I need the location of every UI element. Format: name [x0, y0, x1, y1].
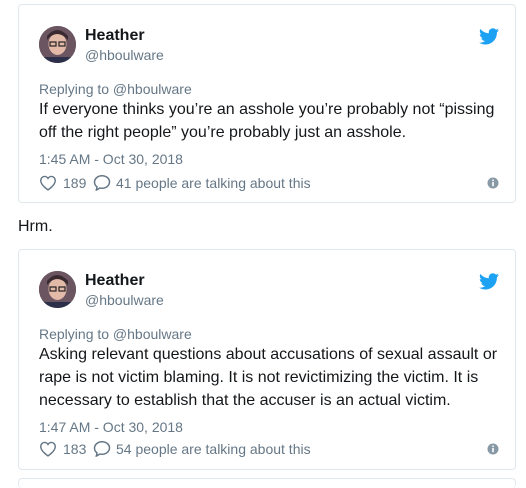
avatar-image — [39, 271, 76, 308]
tweet-text: If everyone thinks you’re an asshole you… — [39, 101, 495, 141]
author-handle[interactable]: @hboulware — [85, 292, 164, 308]
author-name[interactable]: Heather — [85, 27, 145, 45]
talking-count[interactable]: 41 people are talking about this — [116, 175, 311, 191]
avatar[interactable] — [39, 26, 76, 63]
avatar[interactable] — [39, 271, 76, 308]
twitter-bird-icon[interactable] — [479, 273, 499, 290]
speech-bubble-icon[interactable] — [93, 440, 111, 457]
tweet-actions: 183 54 people are talking about this — [39, 439, 499, 459]
tweet-timestamp[interactable]: 1:47 AM - Oct 30, 2018 — [39, 419, 183, 435]
like-count[interactable]: 183 — [63, 441, 86, 457]
replying-to[interactable]: Replying to @hboulware — [39, 81, 192, 97]
comment-text: Hrm. — [18, 218, 53, 235]
tweet-card-partial — [18, 478, 516, 488]
heart-icon[interactable] — [39, 441, 57, 457]
tweet-actions: 189 41 people are talking about this — [39, 173, 499, 193]
like-count[interactable]: 189 — [63, 175, 86, 191]
heart-icon[interactable] — [39, 175, 57, 191]
replying-to[interactable]: Replying to @hboulware — [39, 326, 192, 342]
tweet-card[interactable]: Heather @hboulware Replying to @hboulwar… — [18, 4, 516, 203]
talking-count[interactable]: 54 people are talking about this — [116, 441, 311, 457]
info-icon[interactable] — [487, 177, 499, 189]
tweet-card[interactable]: Heather @hboulware Replying to @hboulwar… — [18, 249, 516, 470]
info-icon[interactable] — [487, 443, 499, 455]
tweet-text: Asking relevant questions about accusati… — [39, 346, 498, 409]
author-name[interactable]: Heather — [85, 272, 145, 290]
speech-bubble-icon[interactable] — [93, 174, 111, 191]
tweet-timestamp[interactable]: 1:45 AM - Oct 30, 2018 — [39, 151, 183, 167]
twitter-bird-icon[interactable] — [479, 28, 499, 45]
avatar-image — [39, 26, 76, 63]
author-handle[interactable]: @hboulware — [85, 47, 164, 63]
